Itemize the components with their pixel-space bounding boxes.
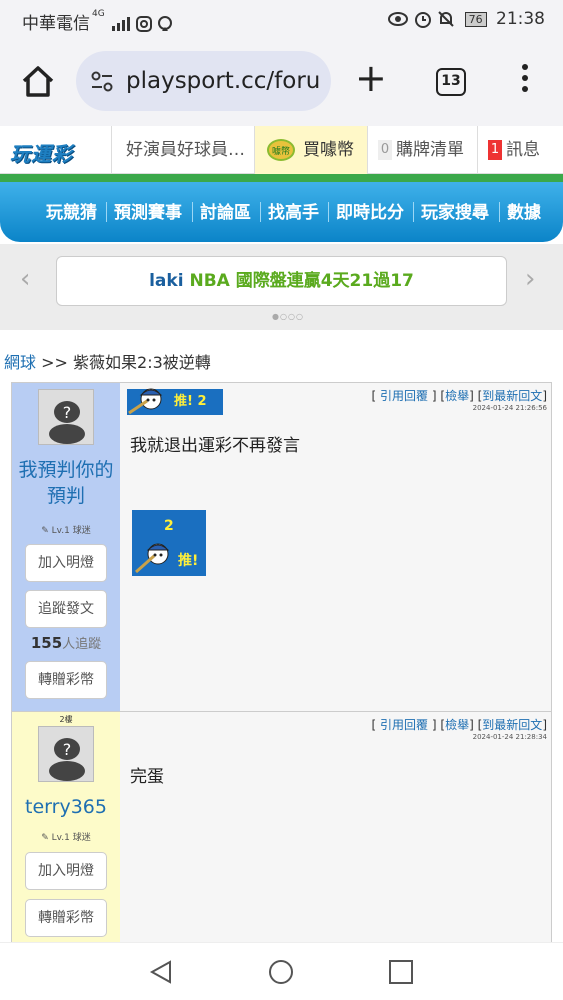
- default-avatar-icon: ?: [49, 401, 85, 444]
- home-circle-icon[interactable]: [268, 959, 294, 985]
- follower-count: 155人追蹤: [30, 634, 102, 652]
- nav-item-predict[interactable]: 預測賽事: [114, 198, 182, 223]
- svg-text:?: ?: [63, 740, 72, 759]
- forum-post: ? 我預判你的預判 ✎ Lv.1 球迷 加入明燈 追蹤發文 155人追蹤 轉贈彩…: [11, 382, 552, 712]
- carousel-user: laki: [149, 271, 184, 291]
- latest-reply-link[interactable]: 到最新回文: [482, 718, 542, 732]
- svg-text:?: ?: [63, 403, 72, 422]
- follow-posts-button[interactable]: 追蹤發文: [25, 590, 107, 628]
- push-count: 2: [197, 394, 207, 409]
- messages-label: 訊息: [506, 140, 540, 160]
- new-tab-icon[interactable]: +: [355, 58, 387, 98]
- eye-icon: [388, 12, 409, 26]
- site-logo[interactable]: 玩運彩: [10, 138, 73, 167]
- push-indicator[interactable]: 推! 2: [127, 388, 223, 415]
- badge-count: 2: [164, 518, 174, 534]
- avatar[interactable]: ?: [38, 389, 94, 445]
- avatar[interactable]: ?: [38, 726, 94, 782]
- messages-link[interactable]: 1 訊息: [477, 126, 563, 174]
- user-level: ✎ Lv.1 球迷: [41, 526, 91, 536]
- clock: 21:38: [496, 9, 545, 29]
- site-settings-icon[interactable]: [90, 70, 114, 94]
- browser-toolbar: playsport.cc/foru + 13: [0, 38, 563, 126]
- latest-reply-link[interactable]: 到最新回文: [482, 389, 542, 403]
- nav-item-live-score[interactable]: 即時比分: [336, 198, 404, 223]
- signal-icon: [112, 17, 131, 31]
- carrier-label: 中華電信: [22, 14, 90, 34]
- system-nav-bar: [0, 942, 563, 1000]
- url-text[interactable]: playsport.cc/foru: [126, 68, 320, 94]
- post-author-sidebar: 2樓 ? terry365 ✎ Lv.1 球迷 加入明燈 轉贈彩幣: [12, 712, 120, 951]
- carousel-next-icon[interactable]: ›: [525, 264, 535, 294]
- battery-indicator: 76: [464, 11, 487, 27]
- add-beacon-button[interactable]: 加入明燈: [25, 544, 107, 582]
- nav-item-player-search[interactable]: 玩家搜尋: [421, 198, 489, 223]
- post-actions: [ 引用回覆 ] [檢舉] [到最新回文]: [371, 389, 547, 403]
- app-notification-icon: [157, 16, 172, 31]
- push-badge-image: 2 推!: [132, 510, 206, 576]
- quote-reply-link[interactable]: 引用回覆: [380, 389, 428, 403]
- network-indicator: 4G: [92, 9, 105, 19]
- mascot-icon: [128, 388, 163, 415]
- post-actions: [ 引用回覆 ] [檢舉] [到最新回文]: [371, 718, 547, 732]
- post-author-sidebar: ? 我預判你的預判 ✎ Lv.1 球迷 加入明燈 追蹤發文 155人追蹤 轉贈彩…: [12, 383, 120, 711]
- user-level: ✎ Lv.1 球迷: [41, 833, 91, 843]
- push-label: 推!: [174, 394, 193, 409]
- gift-coins-button[interactable]: 轉贈彩幣: [25, 661, 107, 699]
- purchase-count-badge: 0: [378, 140, 392, 160]
- carousel-item[interactable]: laki NBA 國際盤連贏4天21過17: [56, 256, 507, 306]
- purchase-list-label: 購牌清單: [396, 140, 464, 160]
- nav-item-experts[interactable]: 找高手: [268, 198, 319, 223]
- tab-switcher-button[interactable]: 13: [436, 68, 466, 96]
- post-content: 我就退出運彩不再發言: [130, 436, 300, 456]
- top-nav-forum-title[interactable]: 好演員好球員…: [111, 126, 254, 174]
- thread-title: 紫薇如果2:3被逆轉: [73, 353, 211, 372]
- carousel-text: NBA 國際盤連贏4天21過17: [189, 271, 414, 291]
- status-bar: 中華電信 4G 76 21:38: [0, 0, 563, 38]
- post-timestamp: 2024-01-24 21:26:56: [472, 404, 547, 412]
- mute-icon: [438, 11, 454, 27]
- alarm-icon: [414, 12, 431, 28]
- address-bar[interactable]: playsport.cc/foru: [76, 51, 331, 111]
- breadcrumb-section-link[interactable]: 網球: [4, 353, 36, 372]
- mascot-icon: [135, 543, 170, 574]
- floor-number: 2樓: [59, 715, 73, 724]
- more-menu-icon[interactable]: [515, 64, 535, 100]
- coin-icon: 噱幣: [267, 139, 295, 161]
- quote-reply-link[interactable]: 引用回覆: [380, 718, 428, 732]
- post-username[interactable]: terry365: [12, 794, 120, 820]
- main-nav: 玩競猜 預測賽事 討論區 找高手 即時比分 玩家搜尋 數據: [0, 182, 563, 242]
- report-link[interactable]: 檢舉: [445, 389, 469, 403]
- forum-post: 2樓 ? terry365 ✎ Lv.1 球迷 加入明燈 轉贈彩幣 [ 引用回覆…: [11, 712, 552, 952]
- green-divider: [0, 174, 563, 182]
- carousel-dots: ●○○○: [272, 312, 304, 321]
- nav-item-forum[interactable]: 討論區: [200, 198, 251, 223]
- buy-coin-button[interactable]: 噱幣 買噱幣: [254, 126, 367, 174]
- nav-item-stats[interactable]: 數據: [507, 198, 541, 223]
- instagram-icon: [135, 16, 152, 32]
- announcement-carousel: ‹ laki NBA 國際盤連贏4天21過17 › ●○○○: [0, 244, 563, 330]
- nav-item-guess[interactable]: 玩競猜: [46, 198, 97, 223]
- default-avatar-icon: ?: [49, 738, 85, 781]
- report-link[interactable]: 檢舉: [445, 718, 469, 732]
- carousel-prev-icon[interactable]: ‹: [20, 264, 30, 294]
- add-beacon-button[interactable]: 加入明燈: [25, 852, 107, 890]
- breadcrumb-separator: >>: [41, 353, 68, 372]
- message-count-badge: 1: [488, 140, 502, 160]
- badge-label: 推!: [178, 553, 199, 569]
- buy-coin-label: 買噱幣: [303, 140, 354, 160]
- breadcrumb: 網球 >> 紫薇如果2:3被逆轉: [4, 349, 211, 373]
- purchase-list-link[interactable]: 0 購牌清單: [367, 126, 477, 174]
- post-timestamp: 2024-01-24 21:28:34: [472, 733, 547, 741]
- gift-coins-button[interactable]: 轉贈彩幣: [25, 899, 107, 937]
- post-content: 完蛋: [130, 767, 164, 787]
- home-icon[interactable]: [18, 62, 58, 102]
- post-username[interactable]: 我預判你的預判: [12, 457, 120, 509]
- back-icon[interactable]: [148, 959, 174, 985]
- recents-icon[interactable]: [388, 959, 414, 985]
- site-top-nav: 玩運彩 好演員好球員… 噱幣 買噱幣 0 購牌清單 1 訊息: [0, 126, 563, 174]
